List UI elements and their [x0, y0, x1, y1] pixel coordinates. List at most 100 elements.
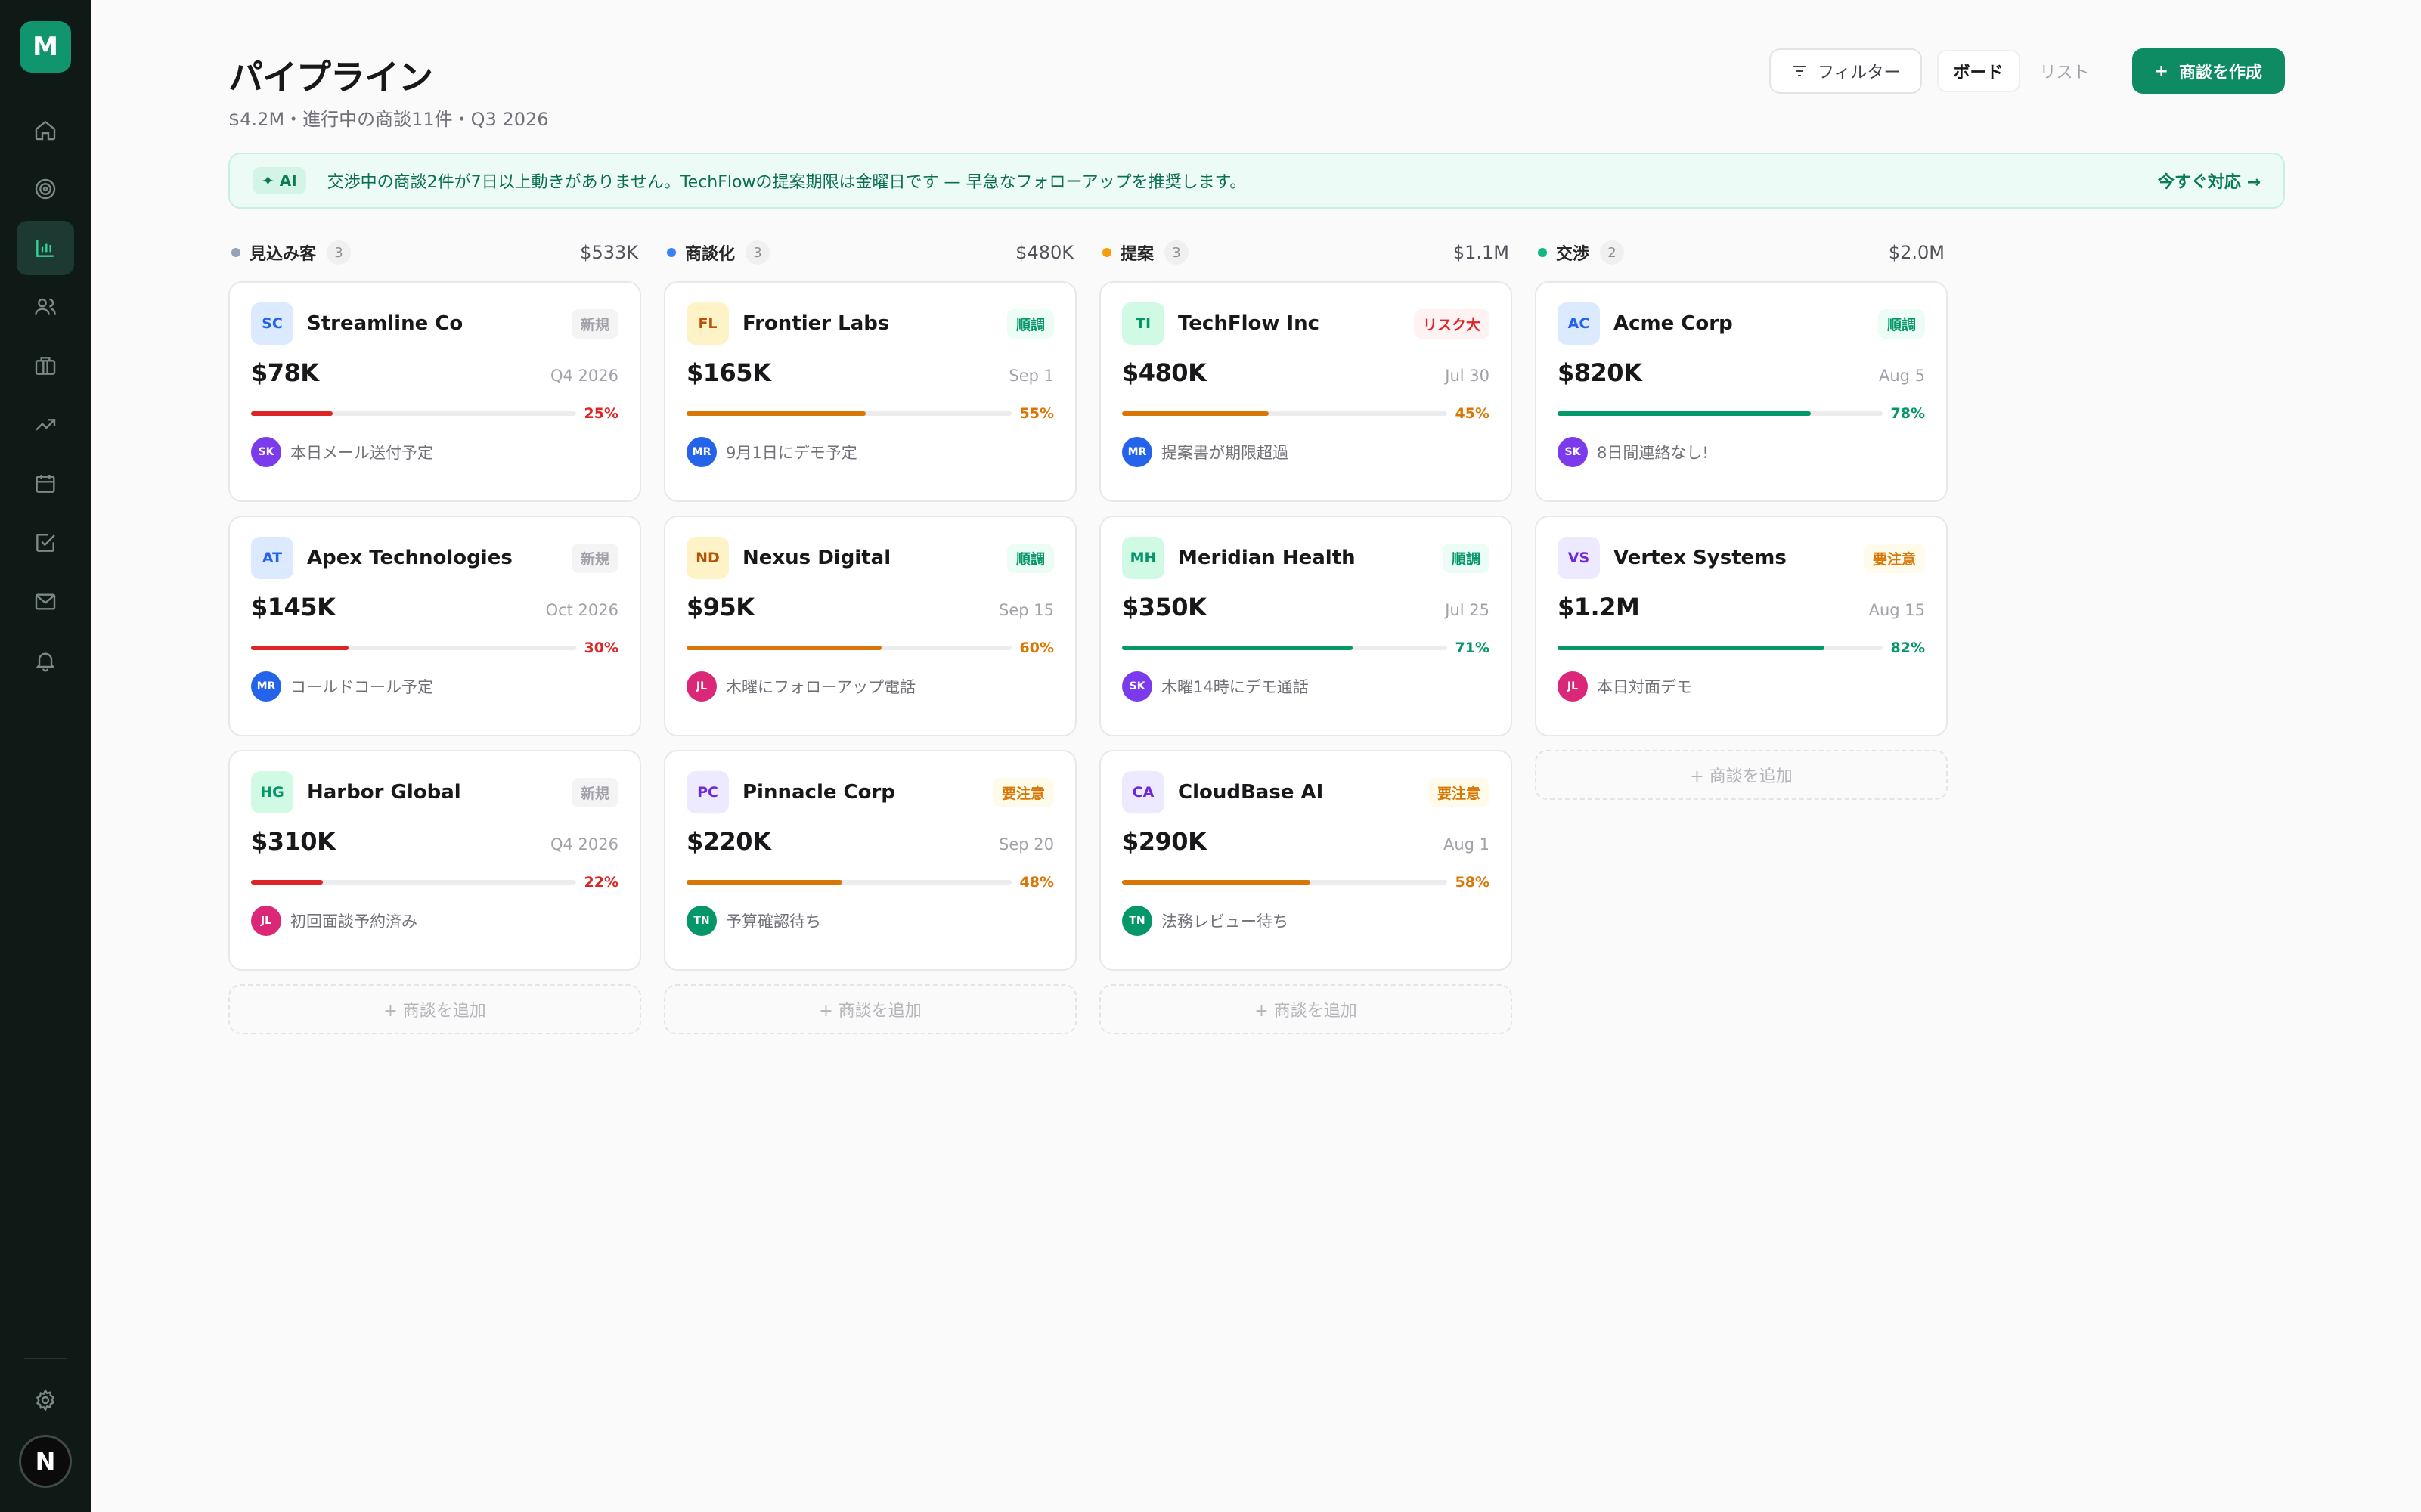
deal-card[interactable]: TI TechFlow Inc リスク大 $480K Jul 30 45% MR 提案書が期限…: [1099, 281, 1512, 502]
deal-card[interactable]: HG Harbor Global 新規 $310K Q4 2026 22% JL 初回面談予約…: [228, 750, 641, 971]
progress-row: 30%: [251, 637, 618, 659]
nav-goals[interactable]: [17, 162, 74, 216]
filter-button[interactable]: フィルター: [1768, 48, 1922, 94]
progress-fill: [1558, 411, 1812, 416]
deal-card-header: MH Meridian Health 順調: [1122, 537, 1489, 579]
deal-card[interactable]: AT Apex Technologies 新規 $145K Oct 2026 30% MR コ…: [228, 516, 641, 736]
deal-amount: $350K: [1122, 593, 1207, 621]
company-name: TechFlow Inc: [1178, 312, 1320, 335]
deal-amount: $1.2M: [1558, 593, 1640, 621]
header-actions: フィルター ボード リスト + 商談を作成: [1768, 48, 2285, 94]
next-action-note: 予算確認待ち: [726, 912, 821, 931]
company-name: Harbor Global: [307, 781, 461, 804]
progress-row: 48%: [687, 871, 1054, 894]
deal-card[interactable]: FL Frontier Labs 順調 $165K Sep 1 55% MR 9月1日にデモ予…: [664, 281, 1077, 502]
add-deal-button[interactable]: + 商談を追加: [1099, 984, 1512, 1034]
company-initials: PC: [687, 771, 729, 813]
progress-fill: [1558, 646, 1824, 650]
column-name: 提案: [1121, 245, 1155, 264]
nav-companies[interactable]: [17, 339, 74, 393]
deal-card[interactable]: VS Vertex Systems 要注意 $1.2M Aug 15 82% JL 本日対面デ…: [1535, 516, 1948, 736]
ai-action-link[interactable]: 今すぐ対応 →: [2158, 169, 2261, 193]
progress-percent: 58%: [1455, 874, 1489, 891]
nav-pipeline[interactable]: [17, 221, 74, 275]
app-logo[interactable]: M: [20, 21, 71, 73]
progress-row: 82%: [1558, 637, 1925, 659]
next-action-note: 9月1日にデモ予定: [726, 444, 857, 462]
checkbox-icon: [36, 534, 55, 552]
progress-track: [251, 411, 576, 416]
sidebar-nav: [17, 103, 74, 688]
deal-card[interactable]: MH Meridian Health 順調 $350K Jul 25 71% SK 木曜14時…: [1099, 516, 1512, 736]
next-action-note: 初回面談予約済み: [290, 912, 417, 931]
view-list-button[interactable]: リスト: [2025, 50, 2105, 92]
owner-avatar: MR: [1122, 437, 1152, 467]
close-date: Sep 20: [999, 835, 1054, 854]
column-header: 提案 3 $1.1M: [1099, 237, 1512, 268]
progress-row: 71%: [1122, 637, 1489, 659]
ai-badge: ✦ AI: [253, 167, 306, 194]
deal-card[interactable]: SC Streamline Co 新規 $78K Q4 2026 25% SK 本日メール送付…: [228, 281, 641, 502]
progress-row: 58%: [1122, 871, 1489, 894]
close-date: Q4 2026: [550, 367, 618, 385]
nav-home[interactable]: [17, 103, 74, 157]
stage-dot: [231, 248, 240, 257]
create-deal-button[interactable]: + 商談を作成: [2131, 48, 2285, 94]
add-deal-button[interactable]: + 商談を追加: [664, 984, 1077, 1034]
progress-track: [251, 646, 576, 650]
user-avatar[interactable]: N: [19, 1435, 72, 1488]
nav-analytics[interactable]: [17, 398, 74, 452]
status-badge: 新規: [571, 308, 618, 339]
deal-card-values: $165K Sep 1: [687, 358, 1054, 392]
progress-fill: [251, 411, 333, 416]
deal-card-values: $820K Aug 5: [1558, 358, 1925, 392]
deal-card[interactable]: PC Pinnacle Corp 要注意 $220K Sep 20 48% TN 予算確認待ち: [664, 750, 1077, 971]
progress-row: 22%: [251, 871, 618, 894]
progress-percent: 60%: [1019, 640, 1054, 656]
close-date: Aug 5: [1878, 367, 1925, 385]
add-deal-button[interactable]: + 商談を追加: [1535, 750, 1948, 800]
deal-card[interactable]: ND Nexus Digital 順調 $95K Sep 15 60% JL 木曜にフォローア…: [664, 516, 1077, 736]
page-subtitle: $4.2M・進行中の商談11件・Q3 2026: [228, 109, 549, 130]
progress-track: [687, 411, 1012, 416]
progress-fill: [1122, 411, 1269, 416]
pipeline-column: 交渉 2 $2.0M AC Acme Corp 順調 $820K Aug 5 78% SK 8日間連…: [1535, 237, 1948, 1034]
deal-amount: $220K: [687, 827, 771, 856]
company-name: Meridian Health: [1178, 547, 1356, 569]
deal-amount: $310K: [251, 827, 336, 856]
sidebar-bottom: N: [0, 1358, 91, 1488]
progress-percent: 25%: [584, 405, 618, 422]
gear-icon[interactable]: [33, 1388, 57, 1412]
close-date: Jul 25: [1445, 601, 1489, 619]
filter-label: フィルター: [1817, 64, 1901, 82]
company-initials: TI: [1122, 302, 1164, 345]
company-name: Nexus Digital: [742, 547, 891, 569]
add-deal-button[interactable]: + 商談を追加: [228, 984, 641, 1034]
deal-card-header: SC Streamline Co 新規: [251, 302, 618, 345]
nav-calendar[interactable]: [17, 457, 74, 511]
status-badge: リスク大: [1413, 308, 1489, 339]
progress-row: 55%: [687, 402, 1054, 425]
company-initials: HG: [251, 771, 293, 813]
deal-card-values: $1.2M Aug 15: [1558, 593, 1925, 626]
pipeline-column: 提案 3 $1.1M TI TechFlow Inc リスク大 $480K Jul 30 45%…: [1099, 237, 1512, 1034]
nav-tasks[interactable]: [17, 516, 74, 570]
deal-card[interactable]: CA CloudBase AI 要注意 $290K Aug 1 58% TN 法務レビュー待ち: [1099, 750, 1512, 971]
nav-mail[interactable]: [17, 575, 74, 629]
deal-card-header: ND Nexus Digital 順調: [687, 537, 1054, 579]
deal-card-footer: MR 提案書が期限超過: [1122, 437, 1489, 467]
column-header: 見込み客 3 $533K: [228, 237, 641, 268]
nav-contacts[interactable]: [17, 280, 74, 334]
next-action-note: 本日メール送付予定: [290, 444, 433, 462]
deal-card[interactable]: AC Acme Corp 順調 $820K Aug 5 78% SK 8日間連絡なし!: [1535, 281, 1948, 502]
progress-fill: [687, 411, 866, 416]
company-initials: MH: [1122, 537, 1164, 579]
close-date: Aug 1: [1443, 835, 1489, 854]
company-initials: CA: [1122, 771, 1164, 813]
close-date: Sep 1: [1009, 367, 1054, 385]
plus-icon: +: [2154, 61, 2168, 81]
deal-amount: $95K: [687, 593, 755, 621]
nav-notifications[interactable]: [17, 634, 74, 688]
progress-track: [1122, 411, 1447, 416]
view-board-button[interactable]: ボード: [1936, 50, 2020, 92]
